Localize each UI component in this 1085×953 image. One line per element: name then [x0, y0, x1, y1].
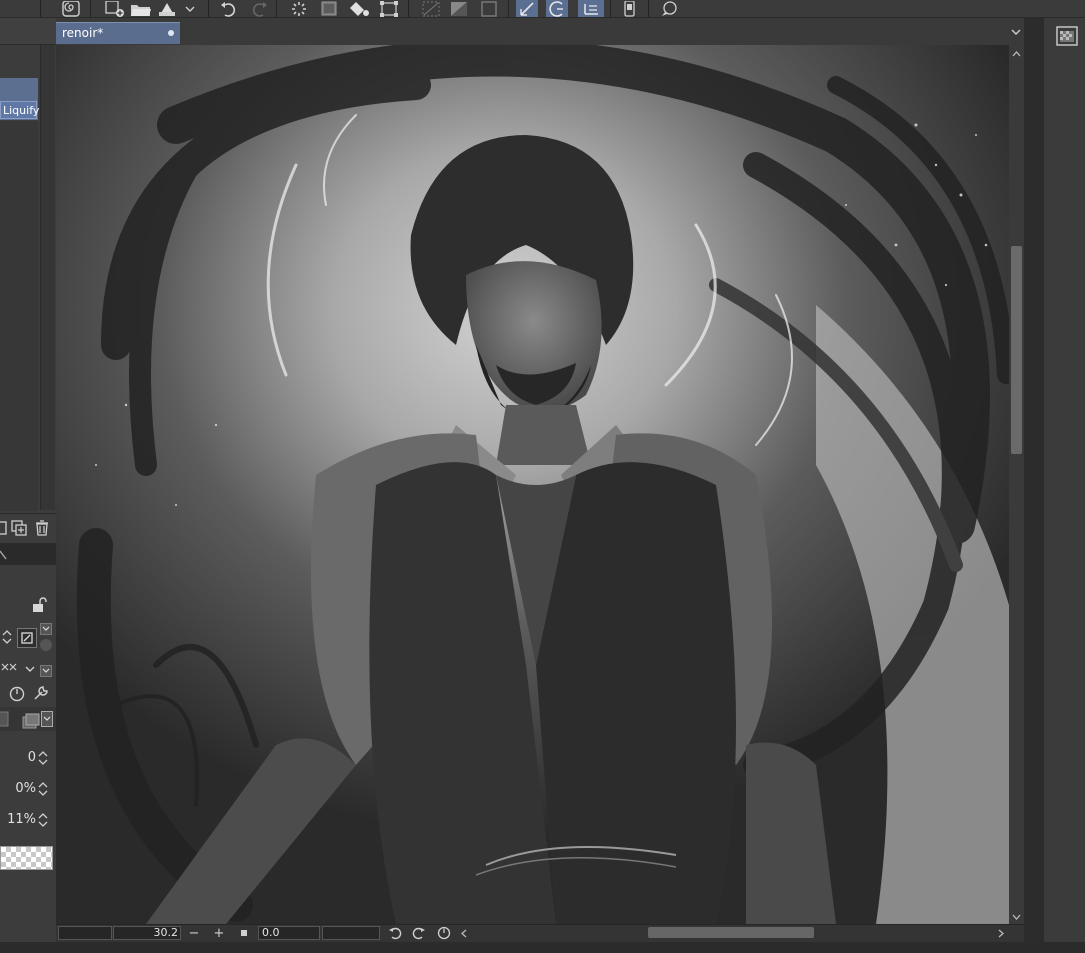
open-folder-icon[interactable]	[130, 0, 152, 17]
layer-stack-icon[interactable]	[22, 712, 40, 730]
save-icon[interactable]	[158, 0, 180, 17]
left-panel-header	[0, 18, 56, 45]
layer-list-scrollbar[interactable]	[40, 45, 55, 510]
color-dot-icon	[39, 638, 53, 652]
transform-icon[interactable]	[378, 0, 400, 17]
scroll-left-icon[interactable]	[456, 925, 472, 941]
chat-icon[interactable]	[658, 0, 680, 17]
reset-rotation-icon[interactable]	[436, 925, 452, 941]
rotate-right-icon[interactable]	[411, 925, 427, 941]
rotate-left-icon[interactable]	[387, 925, 403, 941]
toolbar-separator	[90, 0, 91, 18]
wrench-icon[interactable]	[32, 684, 50, 702]
loading-spinner-icon	[288, 0, 310, 17]
smartphone-icon[interactable]	[618, 0, 640, 17]
toolbar-separator	[408, 0, 409, 18]
clear-icon[interactable]	[318, 0, 340, 17]
toolbar-separator	[276, 0, 277, 18]
snap-to-ruler-icon[interactable]	[516, 0, 538, 17]
rotation-input[interactable]: 0.0	[258, 926, 320, 940]
duplicate-layer-icon[interactable]	[10, 519, 28, 537]
save-options-chevron-icon[interactable]	[182, 0, 198, 17]
blend-mode-spinner-icon[interactable]	[0, 628, 14, 646]
layer-name-label: Liquify	[0, 101, 39, 119]
panel-chevron-icon[interactable]	[39, 622, 53, 636]
layer-list[interactable]	[0, 121, 38, 511]
document-tab[interactable]: renoir*	[56, 22, 180, 44]
document-tab-title: renoir*	[62, 26, 104, 40]
reference-layer-icon[interactable]	[0, 660, 20, 678]
unsaved-dot-icon[interactable]	[168, 30, 174, 36]
new-canvas-icon[interactable]	[104, 0, 126, 17]
scroll-up-icon[interactable]	[1011, 48, 1022, 58]
property-value-field[interactable]: 11%	[0, 810, 36, 830]
canvas-artwork[interactable]	[56, 45, 1009, 924]
toolbar-separator	[648, 0, 649, 18]
right-panel	[1044, 18, 1085, 942]
hide-selection-icon[interactable]	[420, 0, 442, 17]
zoom-in-button[interactable]: +	[211, 925, 227, 941]
horizontal-scrollbar-thumb[interactable]	[648, 927, 814, 938]
panel-divider	[0, 513, 56, 514]
snap-to-special-ruler-icon[interactable]	[546, 0, 568, 17]
trash-icon[interactable]	[33, 519, 51, 537]
draft-layer-icon[interactable]	[8, 684, 26, 702]
panel-gap	[1024, 18, 1044, 942]
vertical-scrollbar-thumb[interactable]	[1011, 246, 1022, 454]
clipping-icon[interactable]	[17, 628, 37, 648]
tab-menu-chevron-icon[interactable]	[1009, 24, 1023, 40]
fit-view-icon[interactable]	[236, 925, 252, 941]
lock-open-icon[interactable]	[30, 596, 48, 614]
property-value-field[interactable]: 0%	[0, 779, 36, 799]
undo-icon[interactable]	[218, 0, 240, 17]
canvas-area[interactable]	[56, 45, 1009, 924]
invert-icon[interactable]	[448, 0, 470, 17]
property-value-field[interactable]: 0	[0, 748, 36, 768]
status-field[interactable]	[322, 926, 380, 940]
value-stepper-icon[interactable]	[37, 810, 49, 830]
selection-border-icon[interactable]	[478, 0, 500, 17]
spiral-icon[interactable]	[60, 0, 82, 17]
zoom-out-button[interactable]: −	[186, 925, 202, 941]
transparency-swatch[interactable]	[0, 846, 53, 870]
toolbar-separator	[208, 0, 209, 18]
layer-item-selected[interactable]: Liquify	[0, 78, 39, 120]
panel-chevron-icon[interactable]	[40, 710, 54, 728]
toolbar-separator	[610, 0, 611, 18]
new-layer-icon[interactable]	[0, 519, 8, 537]
document-tab-strip	[56, 18, 1026, 45]
zoom-input[interactable]: 30.2	[113, 926, 181, 940]
value-stepper-icon[interactable]	[37, 748, 49, 768]
toolbar-separator	[508, 0, 509, 18]
scroll-right-icon[interactable]	[993, 925, 1009, 941]
status-field[interactable]	[58, 926, 112, 940]
chevron-down-icon[interactable]	[22, 660, 38, 678]
panel-chevron-icon[interactable]	[39, 664, 53, 678]
mask-icon[interactable]	[0, 710, 10, 728]
window-bottom-edge	[0, 942, 1085, 953]
snap-to-grid-icon[interactable]	[578, 0, 604, 17]
vertical-scrollbar[interactable]	[1009, 45, 1024, 924]
fill-icon[interactable]	[348, 0, 370, 17]
value-stepper-icon[interactable]	[37, 779, 49, 799]
main-toolbar	[0, 0, 1085, 18]
navigator-icon[interactable]	[1055, 24, 1079, 48]
redo-icon[interactable]	[248, 0, 270, 17]
toolbar-separator	[40, 0, 41, 18]
panel-tab-icon[interactable]	[0, 546, 10, 564]
scroll-down-icon[interactable]	[1011, 911, 1022, 921]
